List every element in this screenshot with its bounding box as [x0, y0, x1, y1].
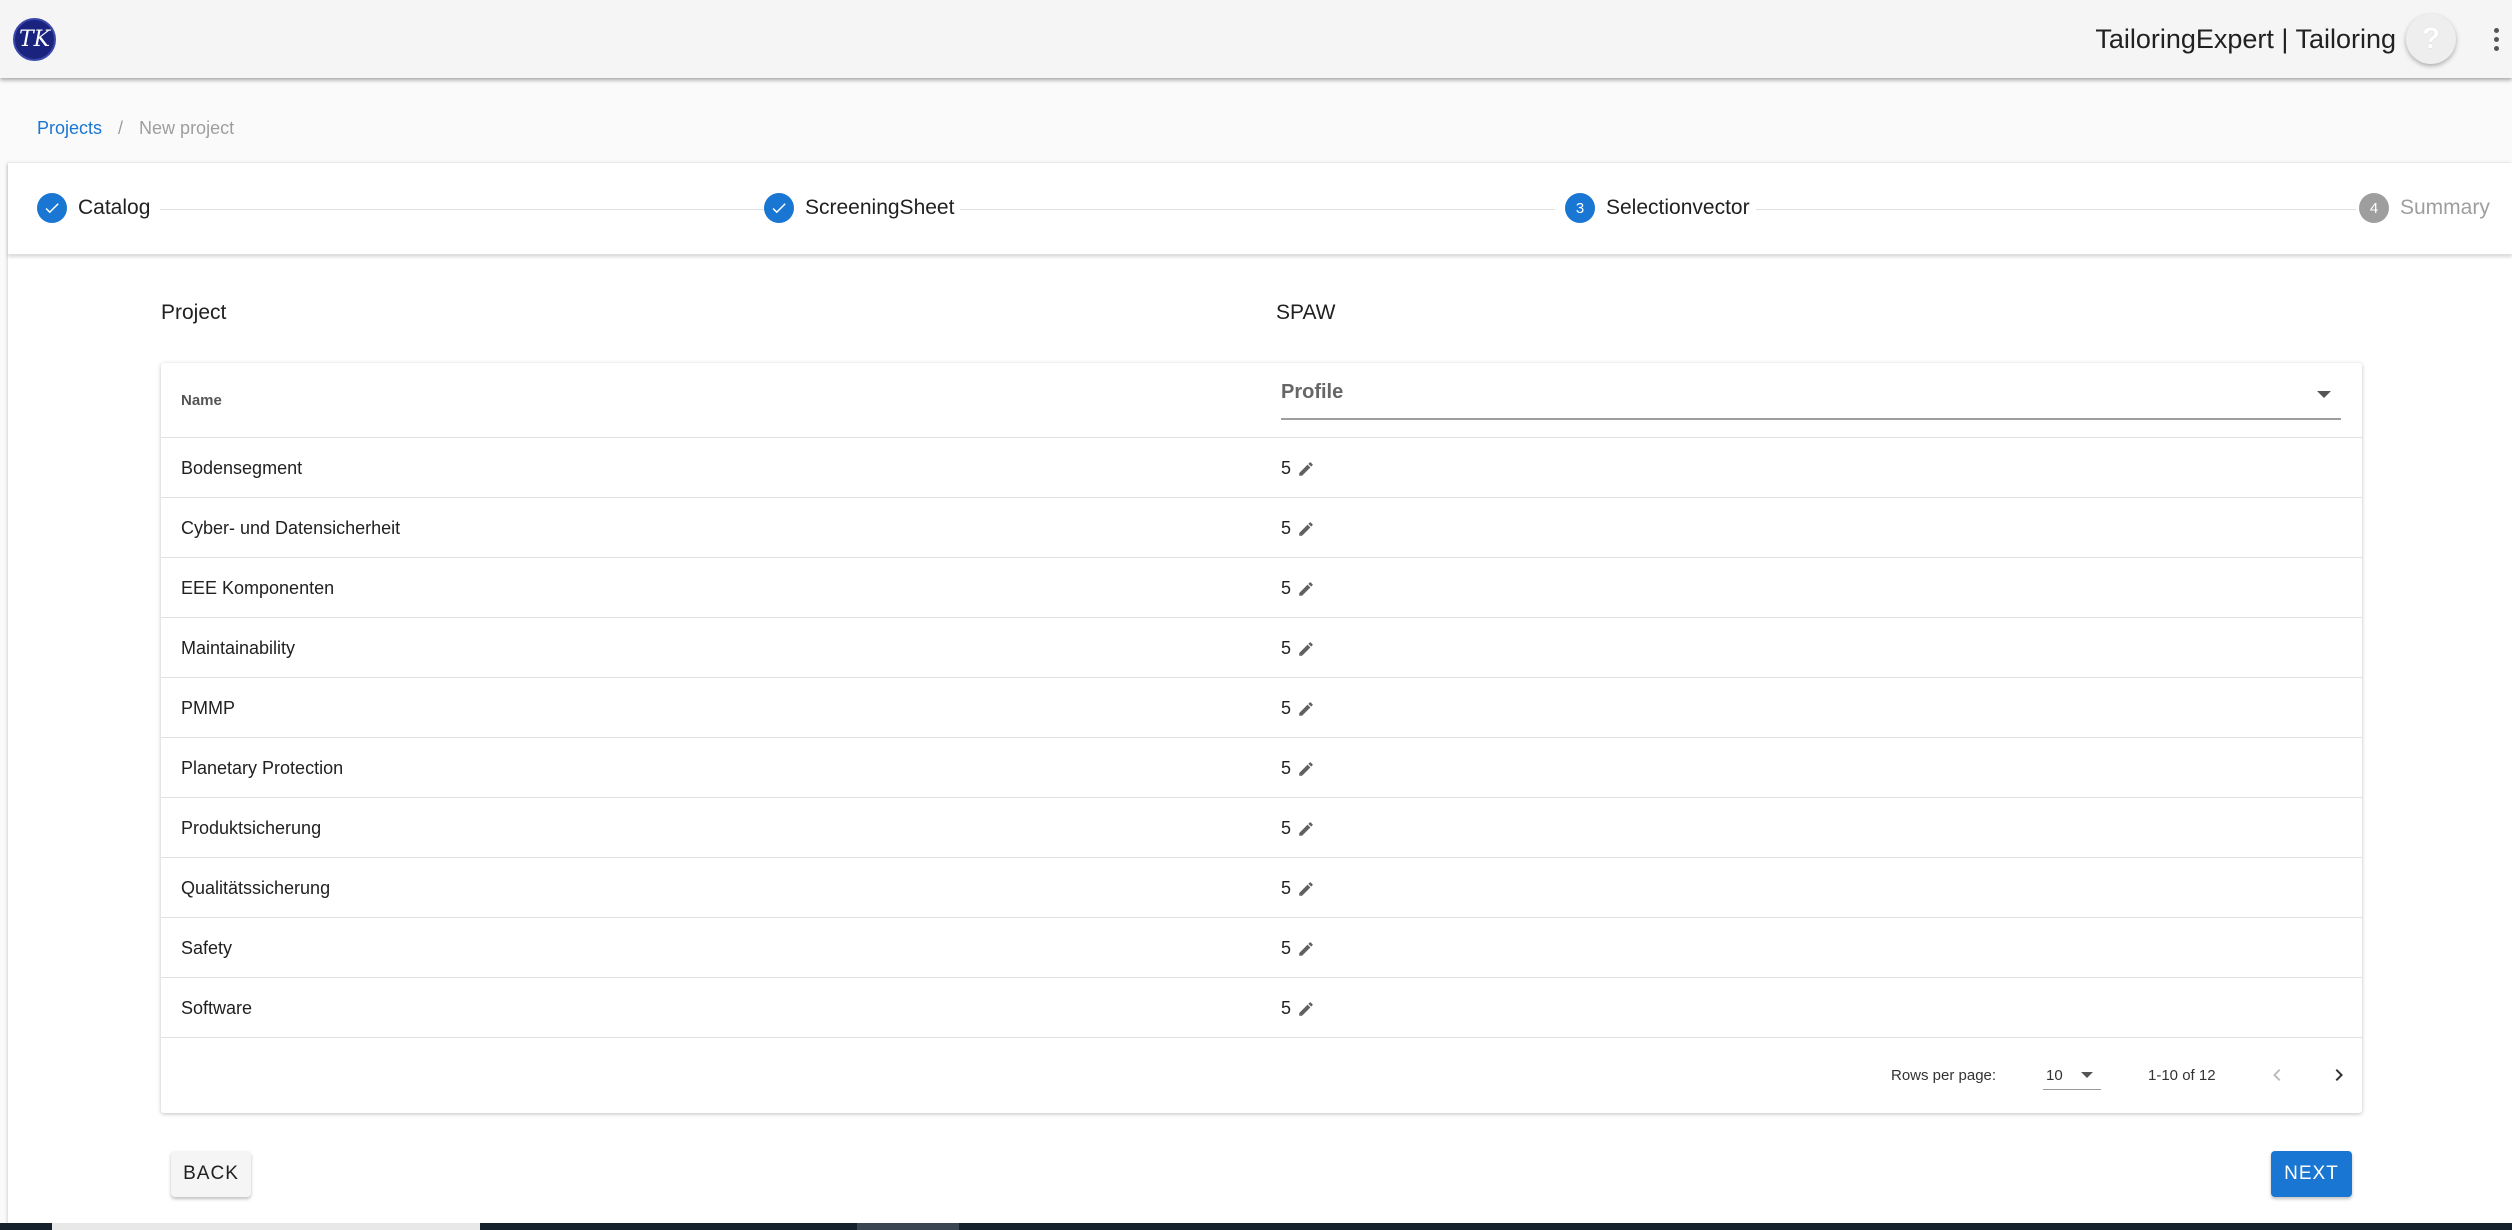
edit-icon[interactable]: [1297, 520, 1315, 538]
table-row: EEE Komponenten 5: [161, 558, 2362, 618]
project-label: Project: [161, 301, 227, 324]
next-button[interactable]: NEXT: [2271, 1151, 2352, 1197]
step-screeningsheet[interactable]: ScreeningSheet: [764, 193, 954, 223]
row-value-text: 5: [1281, 458, 1292, 478]
row-value-text: 5: [1281, 938, 1292, 958]
row-name: EEE Komponenten: [181, 578, 335, 598]
edit-icon[interactable]: [1297, 1000, 1315, 1018]
row-name: Planetary Protection: [181, 758, 344, 778]
profile-select[interactable]: Profile: [1281, 378, 2341, 420]
chevron-down-icon: [2081, 1072, 2093, 1078]
row-value-text: 5: [1281, 878, 1292, 898]
step-catalog[interactable]: Catalog: [37, 193, 150, 223]
table-row: Software 5: [161, 978, 2362, 1038]
row-value-text: 5: [1281, 578, 1292, 598]
step-label: Selectionvector: [1606, 196, 1750, 219]
column-header-name[interactable]: Name: [181, 392, 222, 409]
edit-icon[interactable]: [1297, 580, 1315, 598]
step-label: ScreeningSheet: [805, 196, 955, 219]
row-value-text: 5: [1281, 998, 1292, 1018]
breadcrumb-separator: /: [118, 118, 124, 138]
selection-table: Name Profile Bodensegment 5 Cyber- und D…: [161, 363, 2362, 1113]
table-row: Maintainability 5: [161, 618, 2362, 678]
row-name: Qualitätssicherung: [181, 878, 331, 898]
step-selectionvector[interactable]: 3 Selectionvector: [1565, 193, 1750, 223]
row-value-text: 5: [1281, 698, 1292, 718]
edit-icon[interactable]: [1297, 940, 1315, 958]
app-title: TailoringExpert | Tailoring: [2095, 24, 2396, 54]
edit-icon[interactable]: [1297, 700, 1315, 718]
rows-per-page-label: Rows per page:: [1891, 1067, 1997, 1084]
step-label: Summary: [2400, 196, 2490, 219]
edit-icon[interactable]: [1297, 640, 1315, 658]
table-row: PMMP 5: [161, 678, 2362, 738]
row-value[interactable]: 5: [1281, 638, 1315, 659]
rows-per-page-value: 10: [2046, 1067, 2063, 1084]
table-row: Safety 5: [161, 918, 2362, 978]
row-value-text: 5: [1281, 758, 1292, 778]
pagination-range: 1-10 of 12: [2148, 1067, 2216, 1084]
table-row: Bodensegment 5: [161, 438, 2362, 498]
breadcrumb: Projects / New project: [37, 118, 234, 139]
row-value[interactable]: 5: [1281, 518, 1315, 539]
step-connector: [960, 209, 1555, 210]
table-row: Planetary Protection 5: [161, 738, 2362, 798]
main-panel: Catalog ScreeningSheet 3 Selectionvector…: [8, 163, 2512, 1230]
table-header: Name Profile: [161, 363, 2362, 438]
chevron-right-icon[interactable]: [2324, 1060, 2354, 1090]
row-value[interactable]: 5: [1281, 818, 1315, 839]
row-name: Safety: [181, 938, 233, 958]
chevron-down-icon: [2317, 391, 2331, 398]
app-bar: TK TailoringExpert | Tailoring ?: [0, 0, 2512, 78]
chevron-left-icon[interactable]: [2262, 1060, 2292, 1090]
taskbar: [0, 1223, 2512, 1230]
row-value[interactable]: 5: [1281, 578, 1315, 599]
row-value[interactable]: 5: [1281, 938, 1315, 959]
row-value-text: 5: [1281, 818, 1292, 838]
row-value[interactable]: 5: [1281, 758, 1315, 779]
back-button[interactable]: BACK: [171, 1151, 251, 1197]
step-number: 3: [1565, 193, 1595, 223]
row-value[interactable]: 5: [1281, 458, 1315, 479]
row-name: Cyber- und Datensicherheit: [181, 518, 401, 538]
tk-logo[interactable]: TK: [13, 18, 56, 61]
check-icon: [764, 193, 794, 223]
table-pagination: Rows per page: 10 1-10 of 12: [161, 1038, 2362, 1113]
row-value-text: 5: [1281, 638, 1292, 658]
step-connector: [1756, 209, 2356, 210]
row-name: PMMP: [181, 698, 235, 718]
step-connector: [160, 209, 764, 210]
row-name: Bodensegment: [181, 458, 303, 478]
row-value[interactable]: 5: [1281, 878, 1315, 899]
edit-icon[interactable]: [1297, 820, 1315, 838]
help-icon: ?: [2421, 22, 2441, 55]
step-summary[interactable]: 4 Summary: [2359, 193, 2490, 223]
check-icon: [37, 193, 67, 223]
step-label: Catalog: [78, 196, 151, 219]
row-name: Produktsicherung: [181, 818, 322, 838]
table-row: Produktsicherung 5: [161, 798, 2362, 858]
row-name: Software: [181, 998, 253, 1018]
taskbar-item[interactable]: [857, 1223, 959, 1230]
table-row: Cyber- und Datensicherheit 5: [161, 498, 2362, 558]
step-number: 4: [2359, 193, 2389, 223]
edit-icon[interactable]: [1297, 880, 1315, 898]
profile-select-label: Profile: [1281, 381, 1344, 403]
edit-icon[interactable]: [1297, 760, 1315, 778]
row-value[interactable]: 5: [1281, 998, 1315, 1019]
breadcrumb-projects-link[interactable]: Projects: [37, 118, 102, 139]
stepper: Catalog ScreeningSheet 3 Selectionvector…: [8, 163, 2512, 255]
table-row: Qualitätssicherung 5: [161, 858, 2362, 918]
taskbar-item[interactable]: [52, 1223, 480, 1230]
project-value: SPAW: [1276, 301, 1336, 324]
breadcrumb-current: New project: [139, 118, 235, 138]
row-value[interactable]: 5: [1281, 698, 1315, 719]
row-name: Maintainability: [181, 638, 296, 658]
edit-icon[interactable]: [1297, 460, 1315, 478]
row-value-text: 5: [1281, 518, 1292, 538]
rows-per-page-select[interactable]: 10: [2043, 1060, 2101, 1090]
more-vert-icon[interactable]: [2484, 22, 2508, 56]
help-button[interactable]: ?: [2406, 14, 2456, 64]
